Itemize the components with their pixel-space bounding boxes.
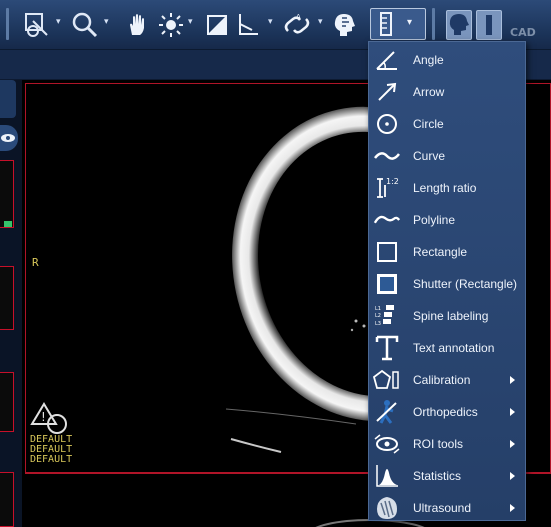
curve-icon: [374, 152, 400, 160]
ultrasound-icon: [377, 497, 397, 519]
roi-icon: [374, 434, 400, 454]
preset-overlay: DEFAULT DEFAULT DEFAULT: [30, 435, 72, 465]
svg-text:L3: L3: [375, 321, 381, 327]
menu-item-rectangle[interactable]: Rectangle: [369, 236, 525, 268]
orthopedics-icon: [376, 400, 397, 424]
menu-item-text-annotation[interactable]: Text annotation: [369, 332, 525, 364]
layout-icon: [25, 13, 48, 37]
toolbar-separator: [432, 8, 435, 40]
cad-button-label[interactable]: CAD: [510, 26, 536, 39]
orientation-dropdown-arrow[interactable]: ▾: [268, 18, 276, 27]
zoom-dropdown-arrow[interactable]: ▾: [104, 18, 112, 27]
warning-icon: !: [30, 402, 67, 434]
magnifier-icon: [72, 12, 98, 38]
thumbnail-strip: [0, 80, 22, 527]
length-ratio-icon: 1:2: [377, 177, 399, 198]
link-dropdown-arrow[interactable]: ▾: [318, 18, 326, 27]
eye-icon: [1, 134, 15, 142]
layout-tool-button[interactable]: [22, 8, 52, 42]
menu-item-polyline[interactable]: Polyline: [369, 204, 525, 236]
window-level-dropdown-arrow[interactable]: ▾: [188, 18, 196, 27]
measure-dropdown-arrow[interactable]: ▾: [407, 17, 412, 28]
app-window: ▾ ▾ ▾ ▾ A ▾ ▾ CAD ! R DEFAULT DEFAULT DE…: [0, 0, 551, 527]
svg-text:L1: L1: [375, 306, 381, 312]
hand-icon: [130, 14, 144, 35]
series-thumbnail[interactable]: [0, 160, 14, 228]
scout-toggle-button[interactable]: [476, 10, 502, 40]
sun-icon: [159, 13, 183, 37]
window-level-button[interactable]: [156, 8, 186, 42]
menu-item-angle[interactable]: Angle: [369, 44, 525, 76]
shutter-icon: [377, 274, 397, 294]
eye-toggle[interactable]: [0, 125, 18, 151]
menu-item-calibration[interactable]: Calibration: [369, 364, 525, 396]
head-profile-icon: [334, 14, 355, 36]
pan-tool-button[interactable]: [124, 8, 152, 42]
series-thumbnail[interactable]: [0, 372, 14, 432]
submenu-arrow-icon: [510, 440, 515, 448]
menu-item-curve[interactable]: Curve: [369, 140, 525, 172]
menu-item-arrow[interactable]: Arrow: [369, 76, 525, 108]
submenu-arrow-icon: [510, 376, 515, 384]
svg-text:1:2: 1:2: [386, 177, 399, 186]
series-thumbnail[interactable]: [0, 266, 14, 330]
measurement-tools-menu: Angle Arrow Circle Curve 1:2 Length rati…: [368, 41, 526, 521]
text-icon: [375, 335, 399, 361]
orientation-marker: R: [32, 256, 39, 269]
cine-toggle-button[interactable]: [446, 10, 472, 40]
svg-text:!: !: [41, 410, 46, 424]
toolbar-separator: [6, 8, 9, 40]
strip-tab[interactable]: [0, 80, 16, 118]
arrow-icon: [378, 82, 397, 101]
menu-item-shutter-rectangle[interactable]: Shutter (Rectangle): [369, 268, 525, 300]
thumbnail-status: [4, 221, 12, 227]
invert-icon: [207, 15, 227, 35]
orientation-button[interactable]: [234, 8, 264, 42]
link-tool-button[interactable]: A: [280, 8, 314, 42]
zoom-tool-button[interactable]: [70, 8, 100, 42]
rectangle-icon: [377, 242, 397, 262]
statistics-icon: [376, 465, 398, 487]
menu-item-spine-labeling[interactable]: L1 L2 L3 Spine labeling: [369, 300, 525, 332]
svg-text:A: A: [296, 13, 301, 21]
submenu-arrow-icon: [510, 408, 515, 416]
invert-button[interactable]: [204, 8, 230, 42]
ruler-icon: [380, 12, 392, 36]
circle-icon: [377, 114, 397, 134]
profile-icon: [449, 14, 469, 35]
menu-item-statistics[interactable]: Statistics: [369, 460, 525, 492]
column-icon: [486, 15, 492, 35]
measure-tool-selected-button[interactable]: ▾: [370, 8, 426, 40]
axis-icon: [239, 14, 258, 35]
menu-item-circle[interactable]: Circle: [369, 108, 525, 140]
menu-item-length-ratio[interactable]: 1:2 Length ratio: [369, 172, 525, 204]
spine-icon: L1 L2 L3: [375, 305, 394, 327]
layout-dropdown-arrow[interactable]: ▾: [56, 18, 64, 27]
angle-icon: [376, 51, 397, 70]
submenu-arrow-icon: [510, 504, 515, 512]
menu-item-ultrasound[interactable]: Ultrasound: [369, 492, 525, 524]
series-thumbnail[interactable]: [0, 472, 14, 527]
submenu-arrow-icon: [510, 472, 515, 480]
polyline-icon: [373, 215, 401, 224]
calibration-icon: [373, 369, 399, 389]
menu-item-orthopedics[interactable]: Orthopedics: [369, 396, 525, 428]
link-icon: A: [284, 13, 310, 34]
preset-label: DEFAULT: [30, 454, 73, 465]
head-tool-button[interactable]: [330, 8, 358, 42]
menu-item-roi-tools[interactable]: ROI tools: [369, 428, 525, 460]
svg-text:L2: L2: [375, 313, 381, 319]
